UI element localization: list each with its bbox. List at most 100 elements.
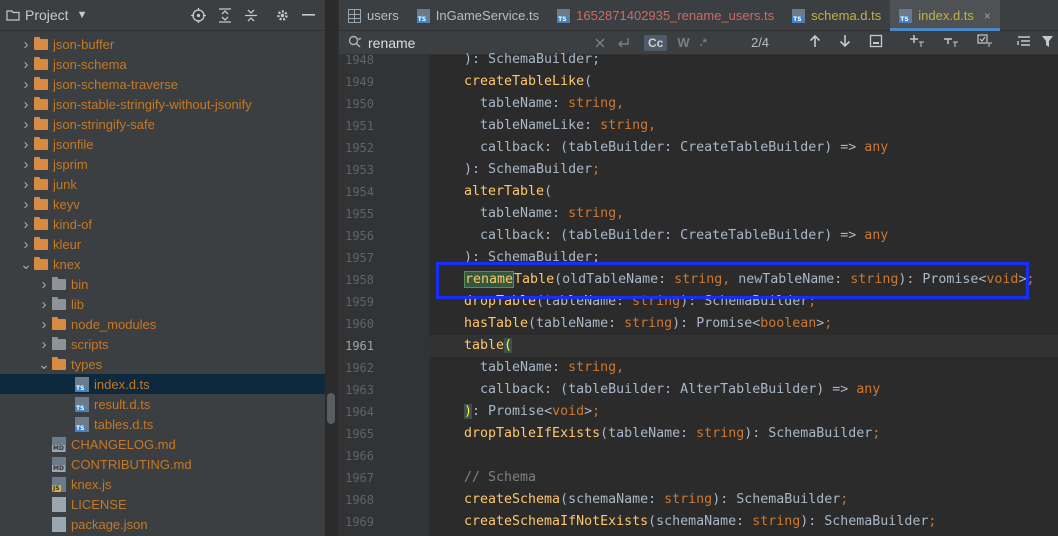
code-line[interactable]: 1968 createSchema(schemaName: string): Sc…: [0, 489, 1058, 511]
code-token: boolean: [760, 316, 817, 331]
code-line[interactable]: 1963 callback: (tableBuilder: AlterTable…: [0, 379, 1058, 401]
code-line[interactable]: 1956 callback: (tableBuilder: CreateTabl…: [0, 225, 1058, 247]
code-token: >: [584, 404, 593, 419]
line-number[interactable]: 1961: [339, 335, 374, 357]
expand-all-icon[interactable]: [216, 7, 233, 24]
line-number[interactable]: 1953: [339, 159, 374, 181]
code-text: tableName: string,: [464, 93, 624, 115]
code-token: createSchema: [464, 492, 561, 507]
editor-tab[interactable]: schema.d.ts: [783, 0, 890, 31]
code-token: tableNameLike:: [464, 118, 601, 133]
line-number[interactable]: 1955: [339, 203, 374, 225]
code-token: ;: [840, 492, 849, 507]
code-token: string: [664, 492, 713, 507]
code-token: ): SchemaBuilder: [744, 426, 873, 441]
code-line[interactable]: 1955 tableName: string,: [0, 203, 1058, 225]
code-line[interactable]: 1969 createSchemaIfNotExists(schemaName: …: [0, 511, 1058, 533]
editor-tab[interactable]: users: [339, 0, 408, 31]
code-line[interactable]: 1949 createTableLike(: [0, 71, 1058, 93]
tab-label: schema.d.ts: [811, 8, 882, 23]
code-token: string: [752, 514, 801, 529]
line-number[interactable]: 1956: [339, 225, 374, 247]
code-token: hasTable: [464, 316, 529, 331]
code-line[interactable]: 1950 tableName: string,: [0, 93, 1058, 115]
ts-file-icon: [899, 8, 913, 23]
code-token: callback: (tableBuilder: AlterTableBuild…: [464, 382, 857, 397]
line-number[interactable]: 1958: [339, 269, 374, 291]
gear-icon[interactable]: [274, 7, 291, 24]
editor-tab[interactable]: InGameService.ts: [408, 0, 548, 31]
code-text: callback: (tableBuilder: CreateTableBuil…: [464, 225, 888, 247]
line-number[interactable]: 1957: [339, 247, 374, 269]
code-line[interactable]: 1962 tableName: string,: [0, 357, 1058, 379]
line-number[interactable]: 1949: [339, 71, 374, 93]
code-line[interactable]: 1965 dropTableIfExists(tableName: string)…: [0, 423, 1058, 445]
code-token: tableName:: [464, 96, 569, 111]
code-token: (tableName:: [600, 426, 697, 441]
editor-tabs: users InGameService.ts 1652871402935_renam…: [339, 0, 1058, 31]
collapse-all-icon[interactable]: [242, 7, 259, 24]
line-number[interactable]: 1962: [339, 357, 374, 379]
line-number[interactable]: 1951: [339, 115, 374, 137]
editor-tab[interactable]: index.d.ts ×: [890, 0, 1000, 31]
tab-label: index.d.ts: [918, 8, 974, 23]
code-token: (: [584, 74, 593, 89]
code-token: string: [696, 426, 745, 441]
line-number[interactable]: 1952: [339, 137, 374, 159]
line-number[interactable]: 1948: [339, 49, 374, 71]
line-number[interactable]: 1959: [339, 291, 374, 313]
code-token: createTableLike: [464, 74, 585, 89]
code-text: alterTable(: [464, 181, 552, 203]
project-title[interactable]: Project: [25, 7, 69, 23]
code-text: createSchemaIfNotExists(schemaName: stri…: [464, 511, 936, 533]
code-line[interactable]: 1964): Promise<void>;: [0, 401, 1058, 423]
line-number[interactable]: 1954: [339, 181, 374, 203]
code-line[interactable]: 1967 // Schema: [0, 467, 1058, 489]
code-token: (schemaName:: [560, 492, 665, 507]
tab-label: InGameService.ts: [435, 8, 540, 23]
code-token: ;: [824, 316, 833, 331]
code-token: (tableName:: [528, 316, 625, 331]
line-number[interactable]: 1960: [339, 313, 374, 335]
line-number[interactable]: 1969: [339, 511, 374, 533]
code-text: tableNameLike: string,: [464, 115, 656, 137]
ts-file-icon: [557, 8, 571, 23]
code-text: // Schema: [464, 467, 536, 489]
line-number[interactable]: 1964: [339, 401, 374, 423]
tab-label: users: [367, 8, 399, 23]
code-token: string: [624, 316, 673, 331]
line-number[interactable]: 1967: [339, 467, 374, 489]
code-line[interactable]: 1960 hasTable(tableName: string): Promise…: [0, 313, 1058, 335]
code-line[interactable]: 1952 callback: (tableBuilder: CreateTabl…: [0, 137, 1058, 159]
clear-search-icon[interactable]: [594, 37, 606, 49]
code-token: void: [552, 404, 585, 419]
code-token: any: [856, 382, 881, 397]
table-icon: [348, 8, 361, 23]
folder-icon: [34, 36, 48, 50]
code-token: ): SchemaBuilder: [712, 492, 841, 507]
code-line[interactable]: 1961 table(: [0, 335, 1058, 357]
locate-icon[interactable]: [190, 7, 207, 24]
code-token: (: [544, 184, 553, 199]
chevron-down-icon[interactable]: ▼: [77, 9, 88, 21]
code-token: : Promise<: [472, 404, 553, 419]
code-token: ): SchemaBuilder: [464, 162, 593, 177]
code-line[interactable]: 1953): SchemaBuilder;: [0, 159, 1058, 181]
code-line[interactable]: 1951 tableNameLike: string,: [0, 115, 1058, 137]
close-icon[interactable]: ×: [984, 9, 991, 23]
line-number[interactable]: 1965: [339, 423, 374, 445]
minimize-icon[interactable]: [300, 7, 317, 24]
new-line-icon[interactable]: [616, 37, 630, 49]
editor-tab[interactable]: 1652871402935_rename_users.ts: [548, 0, 783, 31]
line-number[interactable]: 1966: [339, 445, 374, 467]
code-token: ): [464, 404, 473, 419]
line-number[interactable]: 1963: [339, 379, 374, 401]
line-number[interactable]: 1950: [339, 93, 374, 115]
code-line[interactable]: 1954 alterTable(: [0, 181, 1058, 203]
words-toggle[interactable]: W: [677, 35, 689, 50]
code-token: ;: [592, 404, 601, 419]
line-number[interactable]: 1968: [339, 489, 374, 511]
regex-toggle[interactable]: .*: [700, 37, 707, 49]
code-line[interactable]: 1966: [0, 445, 1058, 467]
code-text: createSchema(schemaName: string): Schema…: [464, 489, 848, 511]
